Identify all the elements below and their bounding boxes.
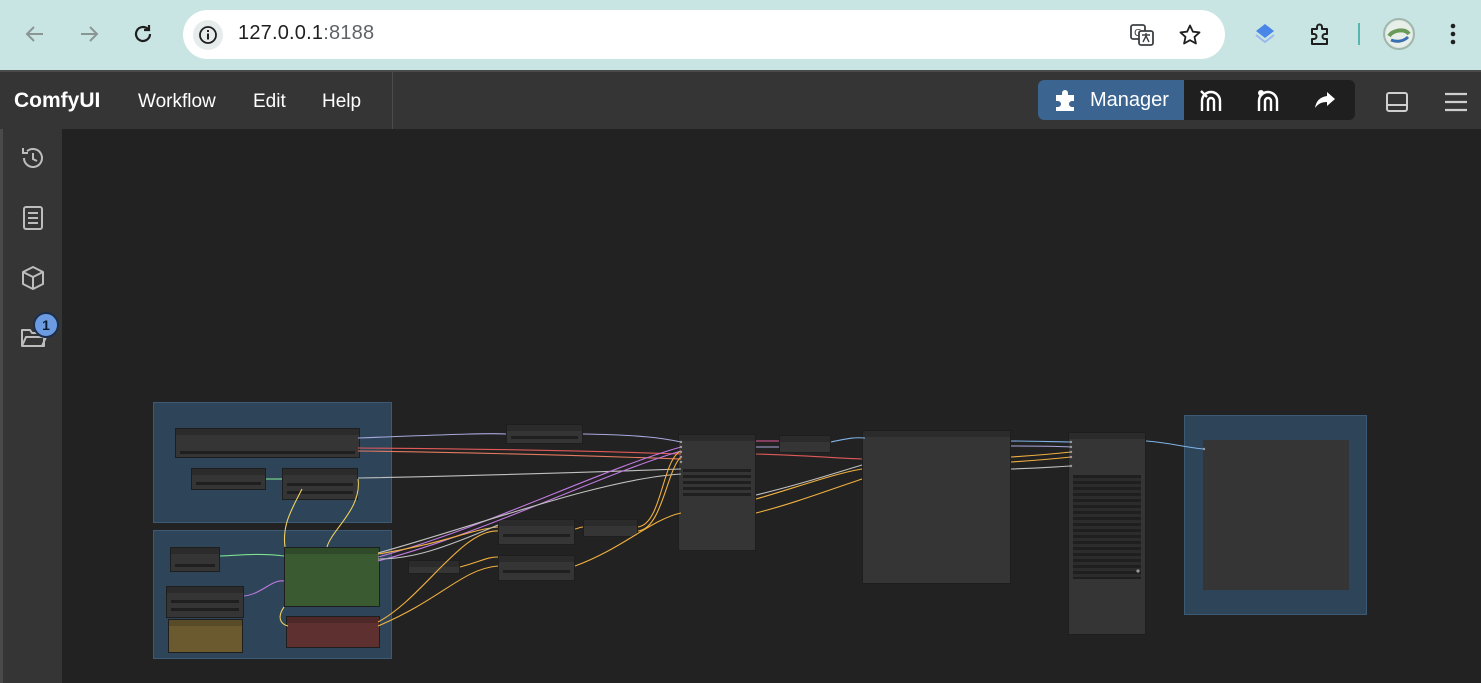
profile-avatar[interactable] — [1383, 18, 1415, 50]
share-arrow-icon[interactable] — [1311, 86, 1341, 114]
menu-help[interactable]: Help — [322, 91, 361, 113]
toggle-bottom-panel-icon[interactable] — [1383, 89, 1411, 115]
address-bar[interactable]: 127.0.0.1:8188 G — [183, 10, 1225, 59]
cube-icon[interactable] — [18, 263, 48, 293]
menu-workflow[interactable]: Workflow — [138, 91, 216, 113]
manager-label: Manager — [1090, 89, 1169, 111]
model-unload-icon[interactable] — [1197, 86, 1227, 114]
history-icon[interactable] — [18, 143, 48, 173]
app-brand: ComfyUI — [14, 89, 101, 112]
browser-toolbar: 127.0.0.1:8188 G — [0, 0, 1481, 70]
url-text[interactable]: 127.0.0.1:8188 — [238, 22, 374, 45]
graph-canvas[interactable] — [62, 129, 1481, 683]
book-icon[interactable] — [18, 203, 48, 233]
extensions-puzzle-icon[interactable] — [1304, 17, 1336, 51]
extension-diamond-icon[interactable] — [1249, 17, 1281, 51]
manager-button[interactable]: Manager — [1038, 80, 1184, 120]
action-button-group: Manager — [1038, 80, 1355, 120]
left-sidebar: 1 — [0, 129, 62, 683]
translate-icon[interactable]: G — [1129, 22, 1155, 48]
back-arrow-icon[interactable] — [17, 16, 53, 52]
node-links — [219, 433, 1206, 627]
url-host: 127.0.0.1 — [238, 22, 324, 44]
toolbar-separator — [1358, 23, 1360, 45]
more-vertical-icon[interactable] — [1437, 17, 1469, 51]
puzzle-icon — [1053, 87, 1079, 118]
hamburger-menu-icon[interactable] — [1442, 89, 1470, 115]
queue-count-badge: 1 — [33, 312, 59, 338]
menu-divider — [392, 72, 393, 129]
forward-arrow-icon[interactable] — [71, 16, 107, 52]
bookmark-star-icon[interactable] — [1177, 22, 1203, 48]
free-memory-icon[interactable] — [1254, 86, 1284, 114]
menu-edit[interactable]: Edit — [253, 91, 286, 113]
app-topbar: ComfyUI Workflow Edit Help Manager — [0, 70, 1481, 129]
url-port: :8188 — [323, 22, 375, 44]
reload-icon[interactable] — [125, 16, 161, 52]
site-info-icon[interactable] — [193, 20, 223, 50]
